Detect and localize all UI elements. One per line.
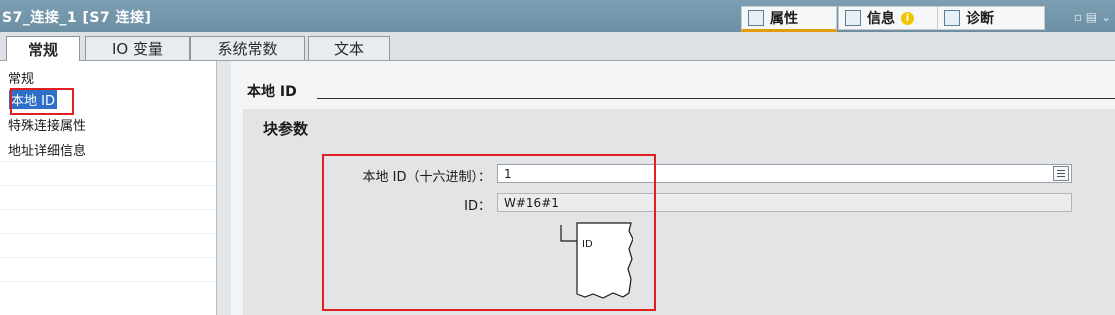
panel-tab-label: 属性 bbox=[770, 11, 798, 27]
divider bbox=[0, 209, 216, 210]
tab-io-tags[interactable]: IO 变量 bbox=[85, 36, 190, 60]
sidebar: 常规 本地 ID 特殊连接属性 地址详细信息 bbox=[0, 61, 216, 315]
divider bbox=[0, 281, 216, 282]
tab-system-constants[interactable]: 系统常数 bbox=[190, 36, 305, 60]
splitter-handle[interactable] bbox=[216, 61, 232, 315]
divider bbox=[0, 161, 216, 162]
properties-icon bbox=[748, 10, 764, 26]
panel-tab-label: 诊断 bbox=[966, 11, 994, 27]
highlight-box-parameters bbox=[322, 154, 656, 311]
panel-tab-info[interactable]: 信息 i bbox=[838, 6, 950, 30]
window-titlebar: S7_连接_1 [S7 连接] 属性 信息 i 诊断 ▫ ▤ ⌄ bbox=[0, 0, 1115, 32]
panel-tab-label: 信息 bbox=[867, 11, 895, 27]
local-id-browse-button[interactable] bbox=[1053, 166, 1069, 181]
tab-strip: 常规 IO 变量 系统常数 文本 bbox=[0, 32, 1115, 61]
sidebar-item-special-connection-properties[interactable]: 特殊连接属性 bbox=[8, 115, 86, 134]
group-title: 块参数 bbox=[263, 120, 309, 138]
tab-general[interactable]: 常规 bbox=[6, 36, 80, 61]
main-panel: 本地 ID 块参数 本地 ID（十六进制）： 1 ID： W#16#1 ID bbox=[231, 61, 1115, 315]
divider bbox=[317, 98, 1115, 99]
info-icon bbox=[845, 10, 861, 26]
diagnostics-icon bbox=[944, 10, 960, 26]
sidebar-item-general[interactable]: 常规 bbox=[8, 68, 34, 87]
info-badge-icon: i bbox=[901, 11, 914, 25]
window-controls-icon[interactable]: ▫ ▤ ⌄ bbox=[1074, 10, 1111, 24]
highlight-box-sidebar bbox=[10, 88, 74, 115]
section-title: 本地 ID bbox=[247, 84, 297, 100]
sidebar-item-address-details[interactable]: 地址详细信息 bbox=[8, 140, 86, 159]
list-icon bbox=[1057, 170, 1065, 171]
window-title: S7_连接_1 [S7 连接] bbox=[2, 10, 152, 26]
panel-tab-properties[interactable]: 属性 bbox=[741, 6, 837, 32]
divider bbox=[0, 185, 216, 186]
tab-texts[interactable]: 文本 bbox=[308, 36, 390, 60]
divider bbox=[0, 233, 216, 234]
panel-tab-diagnostics[interactable]: 诊断 bbox=[937, 6, 1045, 30]
divider bbox=[0, 257, 216, 258]
